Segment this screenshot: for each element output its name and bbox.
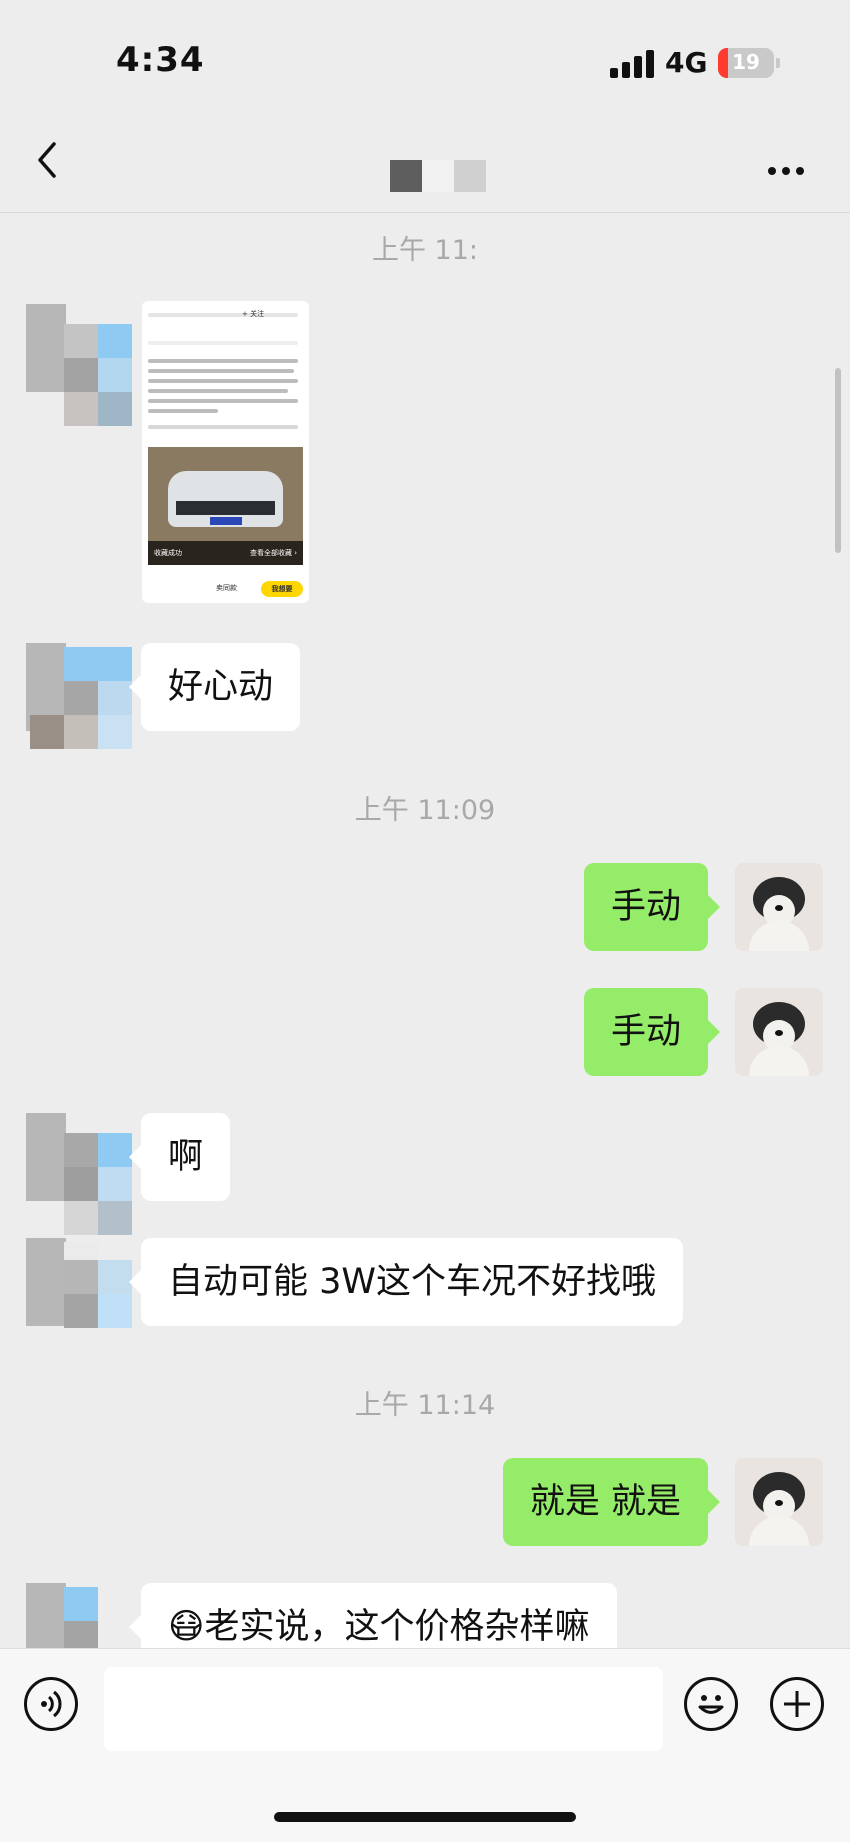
status-bar: 4:34 4G 19	[0, 0, 850, 110]
message-bubble-outgoing[interactable]: 就是 就是	[502, 1458, 721, 1546]
network-type: 4G	[665, 46, 708, 79]
chat-header	[0, 110, 850, 213]
timestamp: 上午 11:14	[354, 1390, 496, 1421]
battery-tip	[776, 58, 780, 68]
input-bar	[0, 1648, 850, 1842]
message-text: 老实说，这个价格杂样嘛	[204, 1607, 590, 1647]
view-favorites: 查看全部收藏 ›	[249, 549, 297, 557]
chevron-left-icon[interactable]	[30, 140, 70, 180]
plus-icon[interactable]	[770, 1677, 824, 1731]
message-bubble-incoming[interactable]: 😷老实说，这个价格杂样嘛	[129, 1583, 617, 1648]
emoji-icon[interactable]	[684, 1677, 738, 1731]
more-dots-icon[interactable]	[768, 160, 810, 179]
home-indicator[interactable]	[274, 1812, 576, 1822]
user-avatar[interactable]	[735, 1458, 823, 1546]
message-bubble-outgoing[interactable]: 手动	[583, 988, 721, 1076]
battery-icon: 19	[718, 48, 774, 78]
voice-icon[interactable]	[24, 1677, 78, 1731]
user-avatar[interactable]	[735, 988, 823, 1076]
chat-title-avatar-blur	[390, 160, 486, 192]
status-time: 4:34	[116, 40, 205, 80]
car-photo: 收藏成功 查看全部收藏 ›	[148, 447, 303, 565]
message-bubble-incoming[interactable]: 好心动	[128, 643, 301, 731]
user-avatar[interactable]	[735, 863, 823, 951]
contact-avatar[interactable]	[26, 643, 132, 749]
shared-screenshot-image[interactable]: + 关注 收藏成功 查看全部收藏 › 卖同款 我想要	[142, 301, 309, 603]
mask-emoji-icon: 😷	[168, 1607, 205, 1647]
timestamp: 上午 11:	[371, 235, 479, 266]
scrollbar[interactable]	[835, 368, 841, 553]
message-input[interactable]	[104, 1667, 663, 1751]
contact-avatar[interactable]	[26, 304, 132, 426]
battery-level: 19	[732, 50, 760, 74]
contact-avatar[interactable]	[26, 1113, 132, 1235]
message-bubble-incoming[interactable]: 自动可能 3W这个车况不好找哦	[128, 1238, 684, 1326]
timestamp: 上午 11:09	[354, 795, 496, 826]
want-button: 我想要	[261, 581, 303, 597]
message-list[interactable]: 上午 11: + 关注 收藏成功 查看全部收藏 › 卖同款 我想要 好心动 上午…	[0, 213, 850, 1648]
follow-label: + 关注	[242, 310, 265, 318]
wish-label: 卖同款	[216, 584, 237, 592]
message-bubble-incoming[interactable]: 啊	[128, 1113, 231, 1201]
contact-avatar[interactable]	[26, 1583, 132, 1648]
signal-icon	[610, 50, 654, 78]
collect-toast: 收藏成功	[154, 549, 182, 557]
message-bubble-outgoing[interactable]: 手动	[583, 863, 721, 951]
contact-avatar[interactable]	[26, 1238, 132, 1328]
